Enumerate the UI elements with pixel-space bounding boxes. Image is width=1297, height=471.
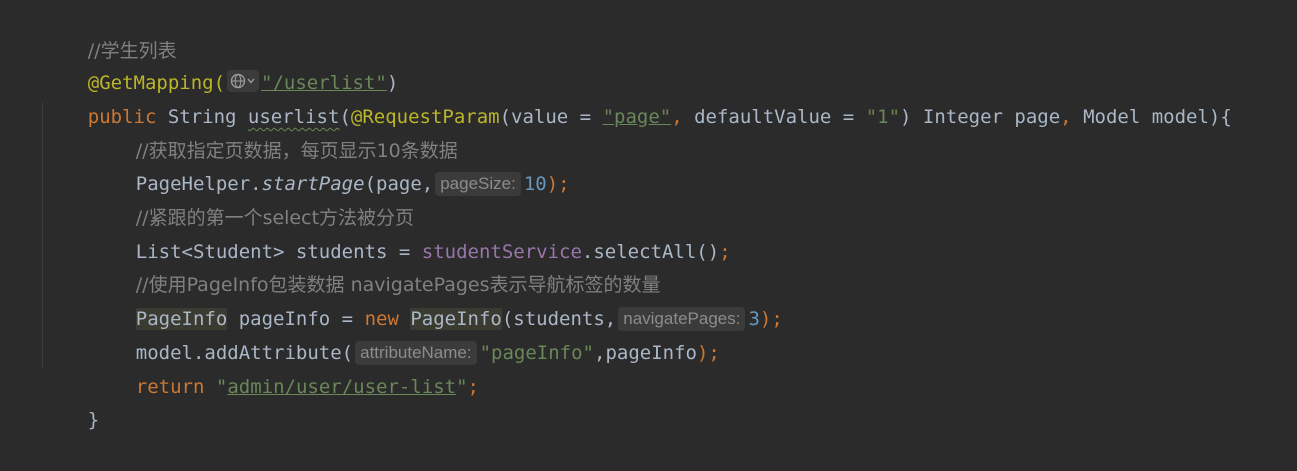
param-text: ) Integer page xyxy=(900,106,1061,128)
code-line-1[interactable]: //学生列表 xyxy=(42,0,177,62)
number-literal: 3 xyxy=(748,308,760,330)
number-literal: 10 xyxy=(523,173,547,195)
code-line-5[interactable]: PageHelper.startPage(page, pageSize: 10); xyxy=(90,133,570,196)
quote: " xyxy=(215,376,228,398)
code-line-7[interactable]: List<Student> students = studentService.… xyxy=(90,201,731,263)
code-line-8[interactable]: //使用PageInfo包装数据 navigatePages表示导航标签的数量 xyxy=(90,234,661,296)
code-line-2[interactable]: @GetMapping( "/userlist") xyxy=(42,32,398,94)
args: ,pageInfo xyxy=(594,342,697,364)
string-literal: "pageInfo" xyxy=(479,342,594,364)
code-line-11[interactable]: return "admin/user/user-list"; xyxy=(90,336,479,398)
code-line-3[interactable]: public String userlist(@RequestParam(val… xyxy=(42,66,1232,128)
statement-end: ); xyxy=(546,173,570,195)
param-text: defaultValue = xyxy=(694,106,866,128)
quote: " xyxy=(456,376,468,398)
param-hint: pageSize: xyxy=(435,172,521,196)
code-line-12[interactable]: } xyxy=(42,369,99,431)
string-one: "1" xyxy=(865,106,901,128)
statement-end: ; xyxy=(719,241,731,263)
statement-end: ); xyxy=(759,308,783,330)
code-line-10[interactable]: model.addAttribute(attributeName: "pageIn… xyxy=(90,302,720,365)
comma: , xyxy=(671,106,695,128)
statement-end: ); xyxy=(696,342,720,364)
view-path-link[interactable]: admin/user/user-list xyxy=(227,376,456,398)
keyword-return: return xyxy=(135,376,205,398)
comma: , xyxy=(1060,106,1084,128)
string-page: "page" xyxy=(602,106,672,128)
code-line-4[interactable]: //获取指定页数据，每页显示10条数据 xyxy=(90,100,458,162)
statement-end: ; xyxy=(467,376,479,398)
code-editor[interactable]: //学生列表 @GetMapping( "/userlist") public … xyxy=(0,0,1297,431)
code-line-6[interactable]: //紧跟的第一个select方法被分页 xyxy=(90,167,414,229)
param-text: Model model){ xyxy=(1083,106,1232,128)
code-line-9[interactable]: PageInfo pageInfo = new PageInfo(student… xyxy=(90,268,783,331)
closing-brace: } xyxy=(87,409,100,431)
param-text: (value = xyxy=(499,106,603,128)
